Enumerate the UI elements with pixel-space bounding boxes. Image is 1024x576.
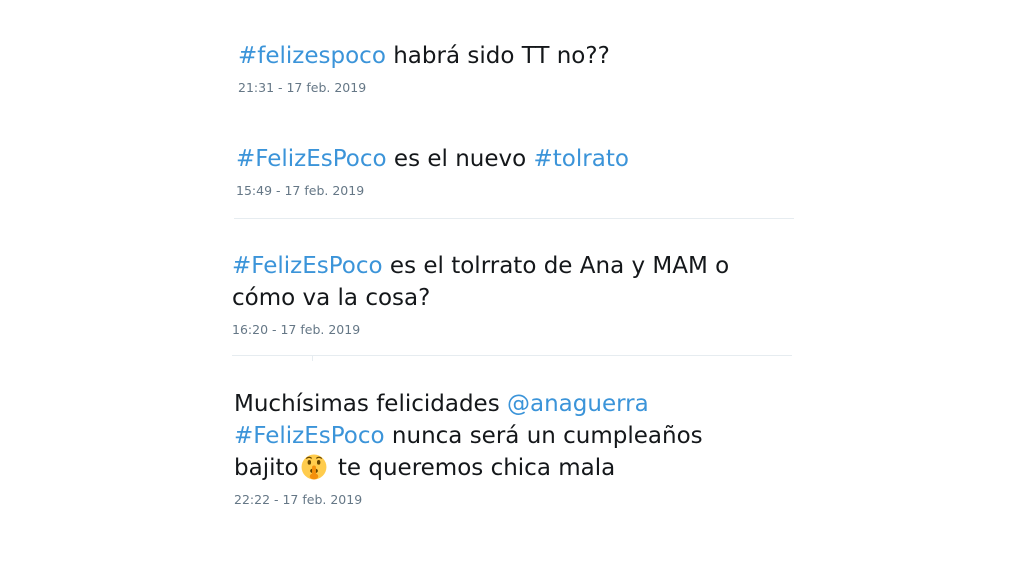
tweet-timestamp[interactable]: 21:31 - 17 feb. 2019 (238, 80, 610, 95)
tweet-3: #FelizEsPoco es el tolrrato de Ana y MAM… (232, 250, 729, 337)
tweet-body-text: es el tolrrato de Ana y MAM o (382, 253, 730, 279)
tweet-text-line3: bajito te queremos chica mala (234, 452, 703, 484)
tweet-text: #FelizEsPoco es el tolrrato de Ana y MAM… (232, 250, 729, 282)
tweet-timestamp[interactable]: 22:22 - 17 feb. 2019 (234, 492, 703, 507)
tweet-text: #felizespoco habrá sido TT no?? (238, 40, 610, 72)
tweet-body-text (331, 455, 338, 481)
tweet-text: #FelizEsPoco es el nuevo #tolrato (236, 143, 629, 175)
hashtag-link[interactable]: #FelizEsPoco (234, 423, 385, 449)
tweet-body-text: te queremos chica mala (337, 455, 616, 481)
tweet-text-line2: cómo va la cosa? (232, 282, 729, 314)
tweet-body-text: cómo va la cosa? (232, 285, 431, 311)
hashtag-link[interactable]: #FelizEsPoco (236, 146, 387, 172)
tweet-4: Muchísimas felicidades @anaguerra #Feliz… (234, 388, 703, 507)
tweet-1: #felizespoco habrá sido TT no?? 21:31 - … (238, 40, 610, 95)
hashtag-link[interactable]: #felizespoco (238, 43, 386, 69)
tweet-body-text: nunca será un cumpleaños (384, 423, 703, 449)
shushing-face-emoji-icon (301, 454, 327, 480)
tweet-2: #FelizEsPoco es el nuevo #tolrato 15:49 … (236, 143, 629, 198)
tweet-body-text: Muchísimas felicidades (234, 391, 508, 417)
tweet-body-text: es el nuevo (386, 146, 534, 172)
divider-tick (312, 355, 313, 361)
tweet-body-text: bajito (234, 455, 299, 481)
tweet-timestamp[interactable]: 16:20 - 17 feb. 2019 (232, 322, 729, 337)
hashtag-link[interactable]: #FelizEsPoco (232, 253, 383, 279)
tweet-text-line2: #FelizEsPoco nunca será un cumpleaños (234, 420, 703, 452)
tweet-text: Muchísimas felicidades @anaguerra (234, 388, 703, 420)
tweet-body-text: habrá sido TT no?? (385, 43, 610, 69)
tweet-timestamp[interactable]: 15:49 - 17 feb. 2019 (236, 183, 629, 198)
mention-link[interactable]: @anaguerra (507, 391, 649, 417)
tweet-divider (232, 355, 792, 356)
hashtag-link-tolrato[interactable]: #tolrato (534, 146, 629, 172)
tweet-divider (234, 218, 794, 219)
